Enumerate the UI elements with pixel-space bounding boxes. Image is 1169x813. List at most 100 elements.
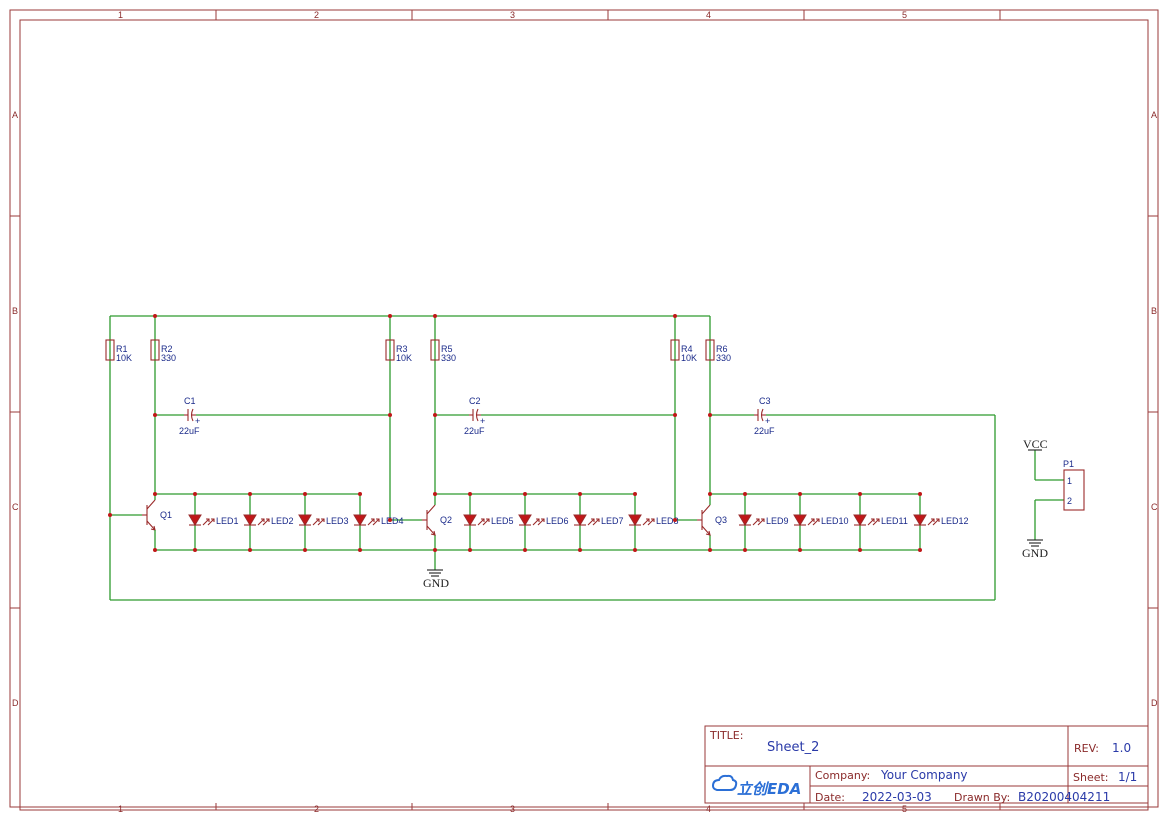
resistor-value: 10K [396, 353, 412, 363]
title-block: TITLE: Sheet_2 REV: 1.0 立创EDA Company: Y… [704, 725, 1149, 804]
junction-dot [388, 413, 392, 417]
led-label: LED10 [821, 516, 849, 526]
frame-col-label-bottom: 4 [706, 804, 711, 813]
junction-dot [153, 492, 157, 496]
resistor-value: 10K [116, 353, 132, 363]
frame-row-label: B [12, 306, 18, 316]
capacitor-C3: + C3 22uF [754, 396, 775, 436]
connector-P1: P1 1 2 [1063, 459, 1085, 511]
transistor-ref: Q2 [440, 515, 452, 525]
transistor-Q1: Q1 [142, 494, 172, 535]
junction-dot [468, 492, 472, 496]
gnd-label: GND [1022, 546, 1048, 560]
transistor-Q3: Q3 [697, 494, 727, 536]
junction-dot [193, 492, 197, 496]
led-symbol [738, 514, 765, 526]
capacitor-value: 22uF [464, 426, 485, 436]
date-value: 2022-03-03 [862, 790, 932, 804]
frame-col-label: 2 [314, 10, 319, 20]
junction-dot [633, 548, 637, 552]
junction-dot [918, 492, 922, 496]
junction-dot [433, 413, 437, 417]
junction-dot [153, 413, 157, 417]
junction-dot [673, 518, 677, 522]
junction-dot [858, 548, 862, 552]
junction-dot [248, 548, 252, 552]
junction-dot [858, 492, 862, 496]
frame-col-label: 1 [118, 10, 123, 20]
led-symbol [353, 514, 380, 526]
led-label: LED4 [381, 516, 404, 526]
company-label: Company: [815, 769, 870, 782]
capacitor-C2: + C2 22uF [464, 396, 485, 436]
connector-pin: 2 [1067, 496, 1072, 506]
frame-row-label-right: B [1151, 306, 1157, 316]
frame-col-label: 3 [510, 10, 515, 20]
led-label: LED9 [766, 516, 789, 526]
junction-dot [108, 513, 112, 517]
junction-dot [798, 548, 802, 552]
connector-ref: P1 [1063, 459, 1074, 469]
capacitor-C1: + C1 22uF [179, 396, 200, 436]
gnd-symbol-connector: GND [1022, 539, 1048, 560]
led-label: LED1 [216, 516, 239, 526]
led-symbol [298, 514, 325, 526]
vcc-label: VCC [1023, 437, 1048, 451]
frame-col-label: 4 [706, 10, 711, 20]
company-value: Your Company [880, 768, 968, 782]
junction-dot [303, 548, 307, 552]
junction-dot [708, 548, 712, 552]
led-symbol [243, 514, 270, 526]
junction-dot [578, 548, 582, 552]
vcc-symbol: VCC [1023, 437, 1048, 451]
rev-label: REV: [1074, 742, 1099, 755]
junction-dot [153, 314, 157, 318]
drawn-by-label: Drawn By: [954, 791, 1010, 804]
led-symbol [463, 514, 490, 526]
led-label: LED5 [491, 516, 514, 526]
transistor-ref: Q1 [160, 510, 172, 520]
junction-dot [673, 314, 677, 318]
capacitor-ref: C1 [184, 396, 196, 406]
junction-dot [743, 492, 747, 496]
easyeda-logo: 立创EDA [711, 774, 801, 798]
capacitor-ref: C2 [469, 396, 481, 406]
frame-row-label: A [12, 110, 18, 120]
junction-dot [358, 492, 362, 496]
junction-dot [388, 314, 392, 318]
sheet-label: Sheet: [1073, 771, 1109, 784]
sheet-title: Sheet_2 [767, 740, 819, 755]
led-symbol [188, 514, 215, 526]
led-label: LED6 [546, 516, 569, 526]
title-label: TITLE: [709, 729, 743, 742]
junction-dot [153, 548, 157, 552]
junction-dot [743, 548, 747, 552]
led-label: LED7 [601, 516, 624, 526]
frame-row-label: C [12, 502, 19, 512]
junction-dot [578, 492, 582, 496]
led-label: LED11 [881, 516, 908, 526]
rev-value: 1.0 [1112, 741, 1131, 755]
junction-dot [633, 492, 637, 496]
led-group: LED1 LED2 LED3 LED4 LED5 LED6 LED7 LED8 … [188, 514, 969, 526]
schematic-sheet: 1 2 3 4 5 1 2 3 4 5 A B C D A B C D R1 1… [9, 9, 1159, 813]
led-label: LED12 [941, 516, 969, 526]
junction-dot [673, 413, 677, 417]
frame-row-label-right: C [1151, 502, 1158, 512]
frame-row-label-right: D [1151, 698, 1158, 708]
resistor-value: 10K [681, 353, 697, 363]
led-symbol [518, 514, 545, 526]
sheet-frame: 1 2 3 4 5 1 2 3 4 5 A B C D A B C D [9, 9, 1159, 813]
junction-dot [248, 492, 252, 496]
led-label: LED2 [271, 516, 294, 526]
led-label: LED3 [326, 516, 349, 526]
resistor-value: 330 [716, 353, 731, 363]
junction-dot [388, 518, 392, 522]
frame-col-label-bottom: 3 [510, 804, 515, 813]
junction-dot [433, 314, 437, 318]
junction-dot [303, 492, 307, 496]
junction-dot [918, 548, 922, 552]
frame-col-label-bottom: 1 [118, 804, 123, 813]
junction-dot [468, 548, 472, 552]
led-symbol [913, 514, 940, 526]
